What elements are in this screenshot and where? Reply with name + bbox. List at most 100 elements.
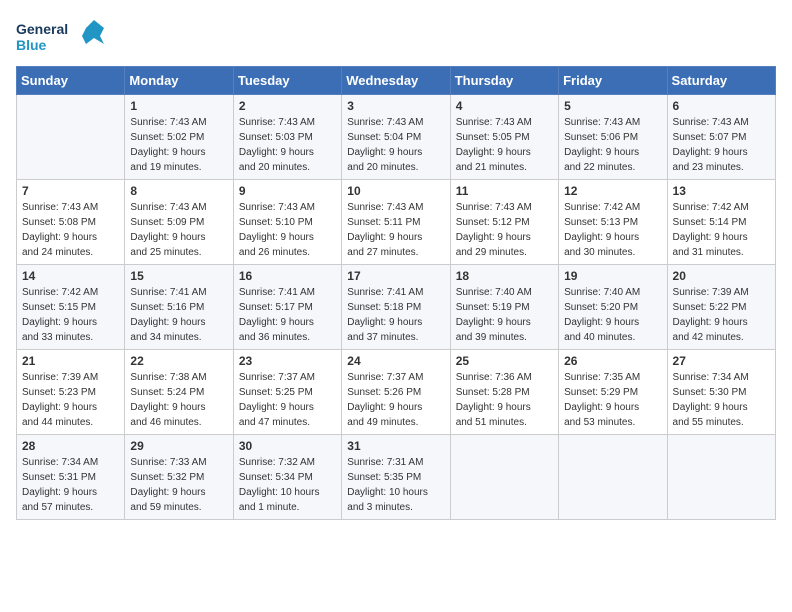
calendar-week-row: 1 Sunrise: 7:43 AMSunset: 5:02 PMDaylight… xyxy=(17,95,776,180)
weekday-header-friday: Friday xyxy=(559,67,667,95)
logo-icon: General Blue xyxy=(16,16,106,58)
day-number: 27 xyxy=(673,354,770,368)
calendar-cell: 3 Sunrise: 7:43 AMSunset: 5:04 PMDaylight… xyxy=(342,95,450,180)
day-number: 12 xyxy=(564,184,661,198)
day-number: 4 xyxy=(456,99,553,113)
day-info: Sunrise: 7:42 AMSunset: 5:14 PMDaylight:… xyxy=(673,200,770,260)
calendar-cell: 25 Sunrise: 7:36 AMSunset: 5:28 PMDayligh… xyxy=(450,350,558,435)
day-number: 21 xyxy=(22,354,119,368)
day-info: Sunrise: 7:34 AMSunset: 5:31 PMDaylight:… xyxy=(22,455,119,515)
day-number: 1 xyxy=(130,99,227,113)
calendar-cell: 2Sunrise: 7:43 AMSunset: 5:03 PMDaylight… xyxy=(233,95,341,180)
page-header: General Blue xyxy=(16,16,776,58)
calendar-cell: 23 Sunrise: 7:37 AMSunset: 5:25 PMDayligh… xyxy=(233,350,341,435)
calendar-cell: 31 Sunrise: 7:31 AMSunset: 5:35 PMDayligh… xyxy=(342,435,450,520)
day-info: Sunrise: 7:41 AMSunset: 5:17 PMDaylight:… xyxy=(239,285,336,345)
day-number: 8 xyxy=(130,184,227,198)
day-info: Sunrise: 7:43 AMSunset: 5:11 PMDaylight:… xyxy=(347,200,444,260)
day-number: 19 xyxy=(564,269,661,283)
day-info: Sunrise: 7:40 AMSunset: 5:19 PMDaylight:… xyxy=(456,285,553,345)
calendar-cell: 12 Sunrise: 7:42 AMSunset: 5:13 PMDayligh… xyxy=(559,180,667,265)
calendar-week-row: 7 Sunrise: 7:43 AMSunset: 5:08 PMDaylight… xyxy=(17,180,776,265)
day-number: 31 xyxy=(347,439,444,453)
weekday-header-saturday: Saturday xyxy=(667,67,775,95)
calendar-cell: 17Sunrise: 7:41 AMSunset: 5:18 PMDayligh… xyxy=(342,265,450,350)
day-info: Sunrise: 7:37 AMSunset: 5:26 PMDaylight:… xyxy=(347,370,444,430)
day-info: Sunrise: 7:43 AMSunset: 5:08 PMDaylight:… xyxy=(22,200,119,260)
calendar-cell: 1 Sunrise: 7:43 AMSunset: 5:02 PMDaylight… xyxy=(125,95,233,180)
day-info: Sunrise: 7:40 AMSunset: 5:20 PMDaylight:… xyxy=(564,285,661,345)
day-number: 22 xyxy=(130,354,227,368)
calendar-cell xyxy=(17,95,125,180)
day-number: 15 xyxy=(130,269,227,283)
day-number: 7 xyxy=(22,184,119,198)
day-info: Sunrise: 7:42 AMSunset: 5:13 PMDaylight:… xyxy=(564,200,661,260)
day-info: Sunrise: 7:37 AMSunset: 5:25 PMDaylight:… xyxy=(239,370,336,430)
day-info: Sunrise: 7:35 AMSunset: 5:29 PMDaylight:… xyxy=(564,370,661,430)
day-info: Sunrise: 7:38 AMSunset: 5:24 PMDaylight:… xyxy=(130,370,227,430)
day-info: Sunrise: 7:43 AMSunset: 5:03 PMDaylight:… xyxy=(239,115,336,175)
calendar-week-row: 14Sunrise: 7:42 AMSunset: 5:15 PMDayligh… xyxy=(17,265,776,350)
day-number: 23 xyxy=(239,354,336,368)
day-info: Sunrise: 7:39 AMSunset: 5:23 PMDaylight:… xyxy=(22,370,119,430)
svg-text:General: General xyxy=(16,21,68,37)
logo: General Blue xyxy=(16,16,106,58)
calendar-cell: 28 Sunrise: 7:34 AMSunset: 5:31 PMDayligh… xyxy=(17,435,125,520)
calendar-cell: 13Sunrise: 7:42 AMSunset: 5:14 PMDayligh… xyxy=(667,180,775,265)
day-info: Sunrise: 7:43 AMSunset: 5:02 PMDaylight:… xyxy=(130,115,227,175)
day-number: 20 xyxy=(673,269,770,283)
day-number: 16 xyxy=(239,269,336,283)
weekday-header-thursday: Thursday xyxy=(450,67,558,95)
calendar-cell: 18 Sunrise: 7:40 AMSunset: 5:19 PMDayligh… xyxy=(450,265,558,350)
calendar-cell xyxy=(559,435,667,520)
day-info: Sunrise: 7:42 AMSunset: 5:15 PMDaylight:… xyxy=(22,285,119,345)
calendar-week-row: 28 Sunrise: 7:34 AMSunset: 5:31 PMDayligh… xyxy=(17,435,776,520)
calendar-cell: 29Sunrise: 7:33 AMSunset: 5:32 PMDayligh… xyxy=(125,435,233,520)
calendar-cell: 7 Sunrise: 7:43 AMSunset: 5:08 PMDaylight… xyxy=(17,180,125,265)
calendar-cell xyxy=(667,435,775,520)
calendar-cell: 9 Sunrise: 7:43 AMSunset: 5:10 PMDaylight… xyxy=(233,180,341,265)
weekday-header-sunday: Sunday xyxy=(17,67,125,95)
calendar-cell: 24 Sunrise: 7:37 AMSunset: 5:26 PMDayligh… xyxy=(342,350,450,435)
weekday-header-row: SundayMondayTuesdayWednesdayThursdayFrid… xyxy=(17,67,776,95)
day-info: Sunrise: 7:34 AMSunset: 5:30 PMDaylight:… xyxy=(673,370,770,430)
calendar-cell: 26Sunrise: 7:35 AMSunset: 5:29 PMDayligh… xyxy=(559,350,667,435)
calendar-cell: 15 Sunrise: 7:41 AMSunset: 5:16 PMDayligh… xyxy=(125,265,233,350)
day-info: Sunrise: 7:41 AMSunset: 5:16 PMDaylight:… xyxy=(130,285,227,345)
day-info: Sunrise: 7:43 AMSunset: 5:10 PMDaylight:… xyxy=(239,200,336,260)
day-number: 25 xyxy=(456,354,553,368)
day-number: 28 xyxy=(22,439,119,453)
day-info: Sunrise: 7:43 AMSunset: 5:05 PMDaylight:… xyxy=(456,115,553,175)
calendar-cell xyxy=(450,435,558,520)
day-number: 3 xyxy=(347,99,444,113)
calendar-week-row: 21 Sunrise: 7:39 AMSunset: 5:23 PMDayligh… xyxy=(17,350,776,435)
weekday-header-tuesday: Tuesday xyxy=(233,67,341,95)
day-info: Sunrise: 7:32 AMSunset: 5:34 PMDaylight:… xyxy=(239,455,336,515)
day-info: Sunrise: 7:43 AMSunset: 5:04 PMDaylight:… xyxy=(347,115,444,175)
calendar-cell: 5 Sunrise: 7:43 AMSunset: 5:06 PMDaylight… xyxy=(559,95,667,180)
calendar-cell: 11 Sunrise: 7:43 AMSunset: 5:12 PMDayligh… xyxy=(450,180,558,265)
day-info: Sunrise: 7:36 AMSunset: 5:28 PMDaylight:… xyxy=(456,370,553,430)
day-info: Sunrise: 7:39 AMSunset: 5:22 PMDaylight:… xyxy=(673,285,770,345)
day-number: 10 xyxy=(347,184,444,198)
svg-text:Blue: Blue xyxy=(16,37,47,53)
calendar-cell: 20 Sunrise: 7:39 AMSunset: 5:22 PMDayligh… xyxy=(667,265,775,350)
day-info: Sunrise: 7:31 AMSunset: 5:35 PMDaylight:… xyxy=(347,455,444,515)
weekday-header-wednesday: Wednesday xyxy=(342,67,450,95)
day-info: Sunrise: 7:43 AMSunset: 5:06 PMDaylight:… xyxy=(564,115,661,175)
calendar-cell: 10 Sunrise: 7:43 AMSunset: 5:11 PMDayligh… xyxy=(342,180,450,265)
day-number: 6 xyxy=(673,99,770,113)
day-number: 18 xyxy=(456,269,553,283)
day-number: 24 xyxy=(347,354,444,368)
day-info: Sunrise: 7:43 AMSunset: 5:07 PMDaylight:… xyxy=(673,115,770,175)
day-number: 11 xyxy=(456,184,553,198)
day-info: Sunrise: 7:43 AMSunset: 5:12 PMDaylight:… xyxy=(456,200,553,260)
calendar-cell: 4 Sunrise: 7:43 AMSunset: 5:05 PMDaylight… xyxy=(450,95,558,180)
day-number: 9 xyxy=(239,184,336,198)
day-number: 5 xyxy=(564,99,661,113)
calendar-cell: 16 Sunrise: 7:41 AMSunset: 5:17 PMDayligh… xyxy=(233,265,341,350)
day-info: Sunrise: 7:41 AMSunset: 5:18 PMDaylight:… xyxy=(347,285,444,345)
calendar-cell: 14Sunrise: 7:42 AMSunset: 5:15 PMDayligh… xyxy=(17,265,125,350)
calendar-cell: 8Sunrise: 7:43 AMSunset: 5:09 PMDaylight… xyxy=(125,180,233,265)
calendar-cell: 30Sunrise: 7:32 AMSunset: 5:34 PMDayligh… xyxy=(233,435,341,520)
